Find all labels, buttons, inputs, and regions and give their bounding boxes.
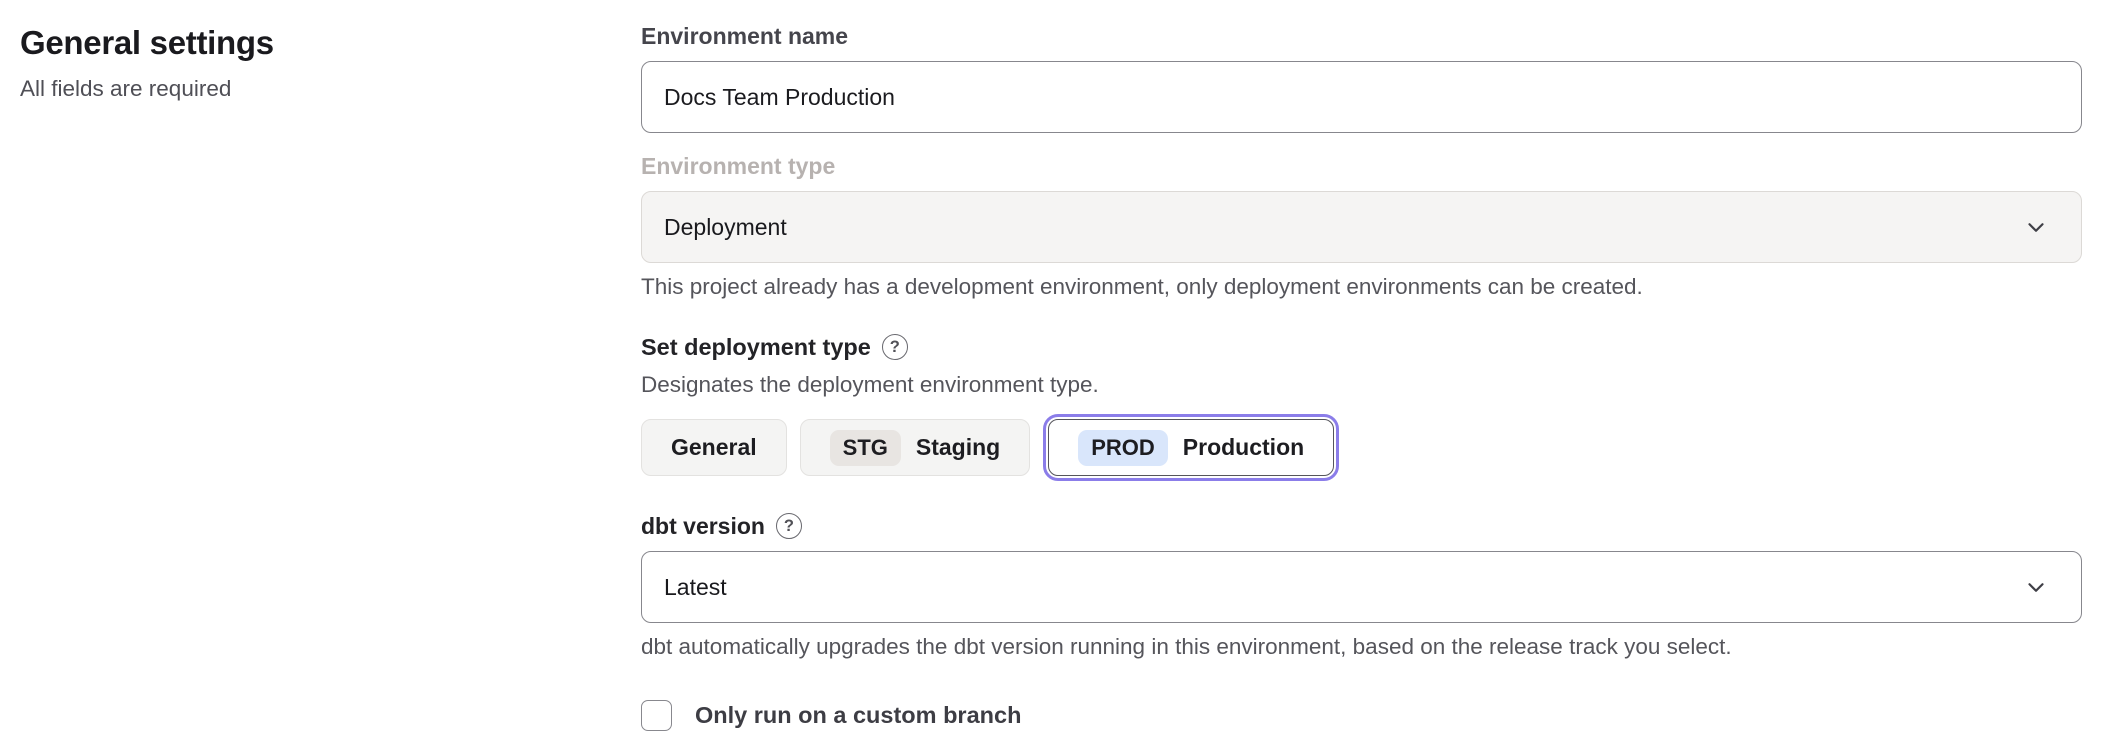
deployment-type-general-label: General [671, 434, 757, 461]
question-circle-icon[interactable]: ? [882, 334, 908, 360]
dbt-version-value: Latest [664, 574, 727, 601]
environment-name-field: Environment name [641, 20, 2082, 133]
deployment-type-production-label: Production [1183, 434, 1304, 461]
general-settings-form: Environment name Environment type Deploy… [641, 20, 2082, 731]
dbt-version-helper: dbt automatically upgrades the dbt versi… [641, 632, 2082, 662]
environment-name-input[interactable] [641, 61, 2082, 133]
environment-type-field: Environment type Deployment This project… [641, 150, 2082, 302]
page-title: General settings [20, 22, 580, 64]
custom-branch-label[interactable]: Only run on a custom branch [695, 699, 1021, 731]
question-circle-icon[interactable]: ? [776, 513, 802, 539]
deployment-type-options: General STG Staging PROD Production [641, 414, 2082, 481]
deployment-type-staging-label: Staging [916, 434, 1000, 461]
custom-branch-checkbox[interactable] [641, 700, 672, 731]
production-badge: PROD [1078, 430, 1168, 466]
staging-badge: STG [830, 430, 901, 466]
deployment-type-production-button[interactable]: PROD Production [1048, 419, 1334, 476]
dbt-version-field: dbt version ? Latest dbt automatically u… [641, 510, 2082, 662]
dbt-version-header: dbt version ? [641, 510, 2082, 542]
chevron-down-icon [2023, 214, 2049, 240]
deployment-type-header: Set deployment type ? [641, 331, 2082, 363]
environment-name-label: Environment name [641, 20, 2082, 52]
dbt-version-label: dbt version [641, 510, 765, 542]
chevron-down-icon [2023, 574, 2049, 600]
environment-type-label: Environment type [641, 150, 2082, 182]
deployment-type-selected-ring: PROD Production [1043, 414, 1339, 481]
page-subtitle: All fields are required [20, 74, 580, 104]
dbt-version-select[interactable]: Latest [641, 551, 2082, 623]
settings-header: General settings All fields are required [20, 22, 580, 104]
environment-type-value: Deployment [664, 214, 787, 241]
deployment-type-description: Designates the deployment environment ty… [641, 370, 2082, 400]
environment-type-select: Deployment [641, 191, 2082, 263]
custom-branch-row: Only run on a custom branch [641, 699, 2082, 731]
deployment-type-staging-button[interactable]: STG Staging [800, 419, 1031, 476]
deployment-type-title: Set deployment type [641, 331, 871, 363]
environment-type-helper: This project already has a development e… [641, 272, 2082, 302]
deployment-type-general-button[interactable]: General [641, 419, 787, 476]
